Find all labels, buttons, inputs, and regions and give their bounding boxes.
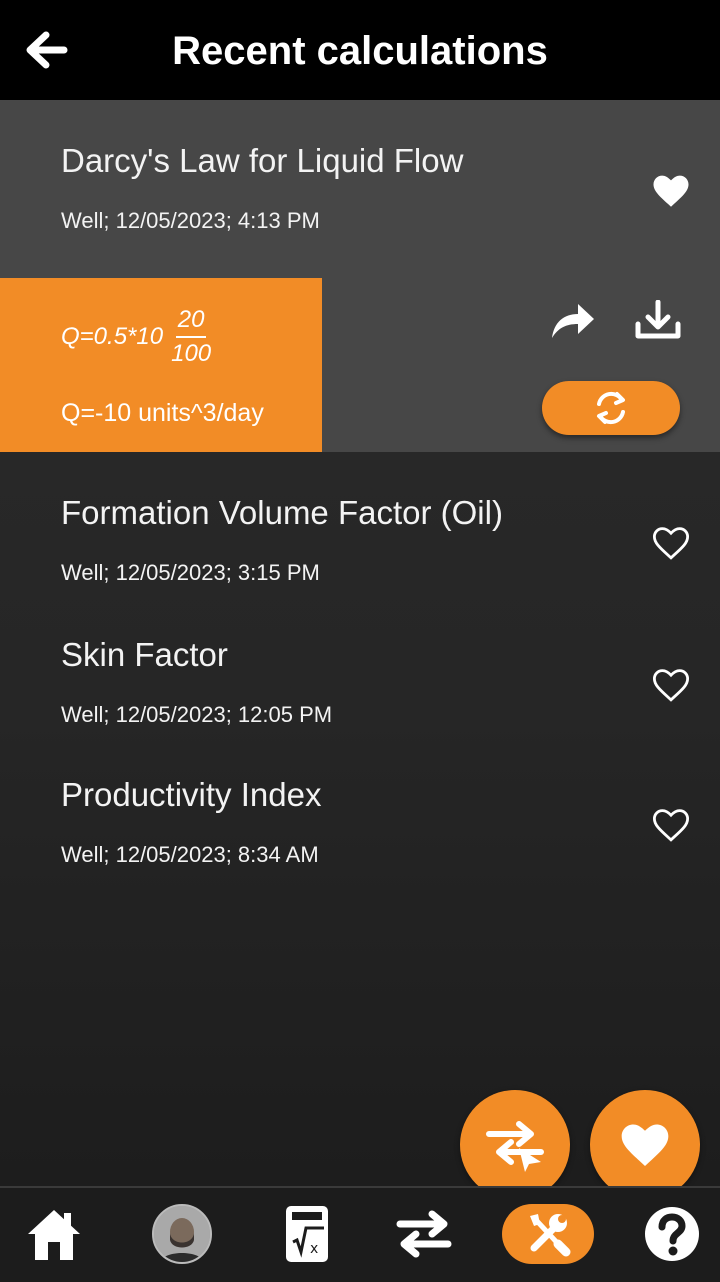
favorite-button[interactable] [650,170,692,212]
heart-icon [621,1124,669,1166]
download-icon [635,299,681,339]
app-header: Recent calculations [0,0,720,100]
swap-icon [486,1121,544,1172]
item-title: Productivity Index [61,776,322,813]
nav-tools[interactable] [502,1204,594,1264]
nav-calculator[interactable]: x [282,1204,342,1264]
favorites-fab[interactable] [590,1090,700,1200]
list-item-productivity-index[interactable]: Productivity Index Well; 12/05/2023; 8:3… [0,734,720,874]
svg-text:x: x [310,1241,318,1257]
favorite-button[interactable] [650,522,692,564]
heart-filled-icon [653,175,689,207]
fraction-denominator: 100 [171,340,212,367]
item-subtitle: Well; 12/05/2023; 12:05 PM [61,702,333,727]
item-title: Formation Volume Factor (Oil) [61,494,503,531]
swap-icon [396,1210,452,1258]
bottom-navigation: x [0,1186,720,1282]
convert-fab[interactable] [460,1090,570,1200]
list-item-darcys-law[interactable]: Darcy's Law for Liquid Flow Well; 12/05/… [0,100,720,278]
fraction-numerator: 20 [175,306,207,338]
nav-home[interactable] [24,1204,84,1264]
refresh-icon [597,391,625,425]
share-icon [552,304,594,338]
heart-outline-icon [652,669,690,702]
calculation-result: Q=-10 units^3/day [61,399,264,427]
favorite-button[interactable] [650,804,692,846]
help-icon [645,1207,699,1261]
favorite-button[interactable] [650,664,692,706]
recalculate-button[interactable] [542,381,680,435]
tools-icon [530,1214,571,1257]
item-subtitle: Well; 12/05/2023; 4:13 PM [61,208,320,233]
calculation-detail: Q=0.5*10 20 100 Q=-10 units^3/day [0,278,720,452]
heart-outline-icon [652,809,690,842]
page-title: Recent calculations [172,29,548,73]
formula-fraction: 20 100 [171,306,211,368]
formula: Q=0.5*10 20 100 [61,306,211,368]
formula-prefix: Q=0.5*10 [61,323,164,350]
item-title: Skin Factor [61,636,228,673]
share-button[interactable] [548,300,596,342]
item-subtitle: Well; 12/05/2023; 8:34 AM [61,842,319,867]
home-icon [28,1210,80,1260]
list-item-skin-factor[interactable]: Skin Factor Well; 12/05/2023; 12:05 PM [0,594,720,734]
calculator-icon: x [286,1206,328,1262]
nav-converter[interactable] [394,1204,454,1264]
heart-outline-icon [652,527,690,560]
item-title: Darcy's Law for Liquid Flow [61,142,464,179]
download-button[interactable] [634,299,682,342]
nav-profile-avatar[interactable] [152,1204,212,1264]
item-subtitle: Well; 12/05/2023; 3:15 PM [61,560,320,585]
avatar [154,1206,210,1262]
list-item-formation-volume-factor[interactable]: Formation Volume Factor (Oil) Well; 12/0… [0,452,720,592]
formula-panel: Q=0.5*10 20 100 Q=-10 units^3/day [0,278,322,452]
nav-help[interactable] [642,1204,702,1264]
